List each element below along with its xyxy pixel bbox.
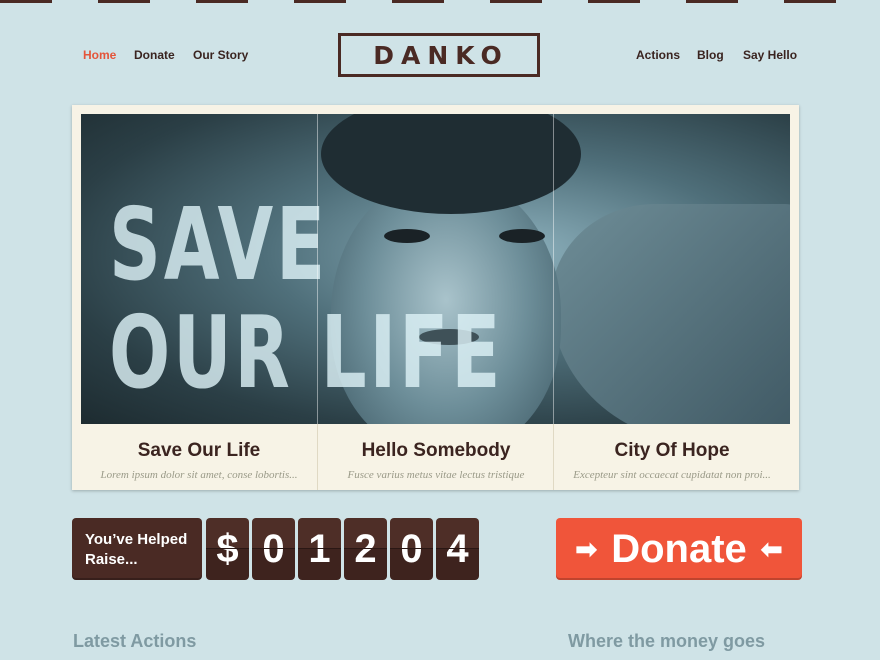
hero-slider: SAVE OUR LIFE Save Our Life Lorem ipsum … bbox=[72, 105, 799, 490]
photo-arm-shape bbox=[551, 204, 790, 424]
counter-digit: 0 bbox=[390, 518, 433, 580]
nav-our-story-link[interactable]: Our Story bbox=[193, 48, 248, 62]
photo-eye-right bbox=[499, 229, 545, 243]
latest-actions-heading: Latest Actions bbox=[73, 631, 197, 651]
slide-title: Hello Somebody bbox=[361, 440, 511, 461]
counter-digit: 4 bbox=[436, 518, 479, 580]
slide-title: Save Our Life bbox=[137, 440, 261, 461]
slide-subtitle: Excepteur sint occaecat cupidatat non pr… bbox=[573, 469, 771, 481]
slide-subtitle: Fusce varius metus vitae lectus tristiqu… bbox=[347, 469, 525, 481]
slide-caption-3[interactable]: City Of Hope Excepteur sint occaecat cup… bbox=[553, 424, 790, 490]
slide-subtitle: Lorem ipsum dolor sit amet, conse lobort… bbox=[100, 469, 298, 481]
nav-home-link[interactable]: Home bbox=[83, 48, 116, 62]
counter-digit: 1 bbox=[298, 518, 341, 580]
photo-divider bbox=[317, 114, 318, 424]
nav-actions-link[interactable]: Actions bbox=[636, 48, 680, 62]
slide-caption-2[interactable]: Hello Somebody Fusce varius metus vitae … bbox=[317, 424, 554, 490]
nav-donate-link[interactable]: Donate bbox=[134, 48, 175, 62]
counter-digit: 2 bbox=[344, 518, 387, 580]
counter-digit: $ bbox=[206, 518, 249, 580]
arrow-left-icon: ⬅ bbox=[760, 533, 783, 564]
hero-overlay-line1: SAVE bbox=[109, 186, 329, 303]
hero-overlay-line2: OUR LIFE bbox=[109, 294, 504, 411]
top-decor-strip bbox=[0, 0, 880, 3]
donate-button-label: Donate bbox=[611, 526, 747, 571]
photo-eye-left bbox=[384, 229, 430, 243]
raised-label-line1: You’ve Helped bbox=[85, 531, 188, 548]
slide-captions: Save Our Life Lorem ipsum dolor sit amet… bbox=[81, 424, 790, 490]
photo-hair-shape bbox=[321, 114, 581, 214]
hero-photo[interactable]: SAVE OUR LIFE bbox=[81, 114, 790, 424]
slide-title: City Of Hope bbox=[614, 440, 730, 461]
raised-counter-label: You’ve Helped Raise... bbox=[72, 518, 202, 580]
photo-divider bbox=[553, 114, 554, 424]
money-goes-heading: Where the money goes bbox=[568, 631, 766, 651]
raised-label-line2: Raise... bbox=[85, 551, 138, 568]
counter-digit: 0 bbox=[252, 518, 295, 580]
arrow-right-icon: ➡ bbox=[575, 533, 598, 564]
nav-blog-link[interactable]: Blog bbox=[697, 48, 724, 62]
slide-caption-1[interactable]: Save Our Life Lorem ipsum dolor sit amet… bbox=[81, 424, 317, 490]
nav-say-hello-link[interactable]: Say Hello bbox=[743, 48, 797, 62]
logo[interactable]: DANKO bbox=[338, 33, 540, 77]
donate-button[interactable]: ➡ Donate ⬅ bbox=[556, 518, 802, 580]
